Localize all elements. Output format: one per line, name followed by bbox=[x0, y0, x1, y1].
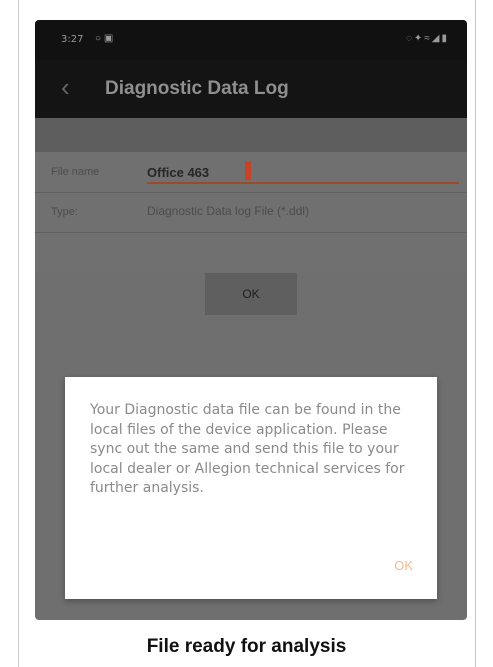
figure-caption: File ready for analysis bbox=[146, 636, 347, 657]
dialog-message: Your Diagnostic data file can be found i… bbox=[90, 402, 405, 496]
file-type-label: Type: bbox=[51, 206, 78, 218]
phone-screen: 3:27 ○ ▣ ◌✦≈◢▮ ‹ Diagnostic Data Log Fil… bbox=[35, 20, 467, 620]
notification-icon: ○ bbox=[95, 33, 102, 44]
file-type-value[interactable]: Diagnostic Data log File (*.ddl) bbox=[147, 204, 309, 218]
text-cursor bbox=[245, 162, 251, 180]
app-bar: ‹ Diagnostic Data Log bbox=[35, 60, 467, 118]
file-form: File name Type: Diagnostic Data log File… bbox=[35, 152, 467, 272]
info-dialog: Your Diagnostic data file can be found i… bbox=[65, 377, 437, 599]
file-type-row: Type: Diagnostic Data log File (*.ddl) bbox=[35, 192, 467, 233]
status-right-icons: ◌✦≈◢▮ bbox=[406, 33, 449, 44]
battery-icon: ▮ bbox=[441, 33, 449, 44]
file-name-input[interactable] bbox=[147, 162, 459, 184]
page-title: Diagnostic Data Log bbox=[105, 78, 289, 99]
back-arrow-icon[interactable]: ‹ bbox=[61, 72, 70, 103]
wifi-icon: ≈ bbox=[424, 33, 432, 44]
status-notification-icons: ○ ▣ bbox=[95, 33, 113, 44]
status-time: 3:27 bbox=[61, 34, 84, 45]
status-bar: 3:27 ○ ▣ ◌✦≈◢▮ bbox=[35, 20, 467, 60]
gallery-icon: ▣ bbox=[103, 33, 114, 44]
bluetooth-icon: ✦ bbox=[413, 33, 425, 44]
mute-icon: ◌ bbox=[405, 33, 414, 44]
dialog-ok-button[interactable]: OK bbox=[394, 558, 413, 573]
file-name-label: File name bbox=[51, 166, 100, 178]
file-name-row: File name bbox=[35, 152, 467, 193]
section-divider bbox=[35, 118, 467, 152]
ok-button[interactable]: OK bbox=[205, 273, 297, 315]
